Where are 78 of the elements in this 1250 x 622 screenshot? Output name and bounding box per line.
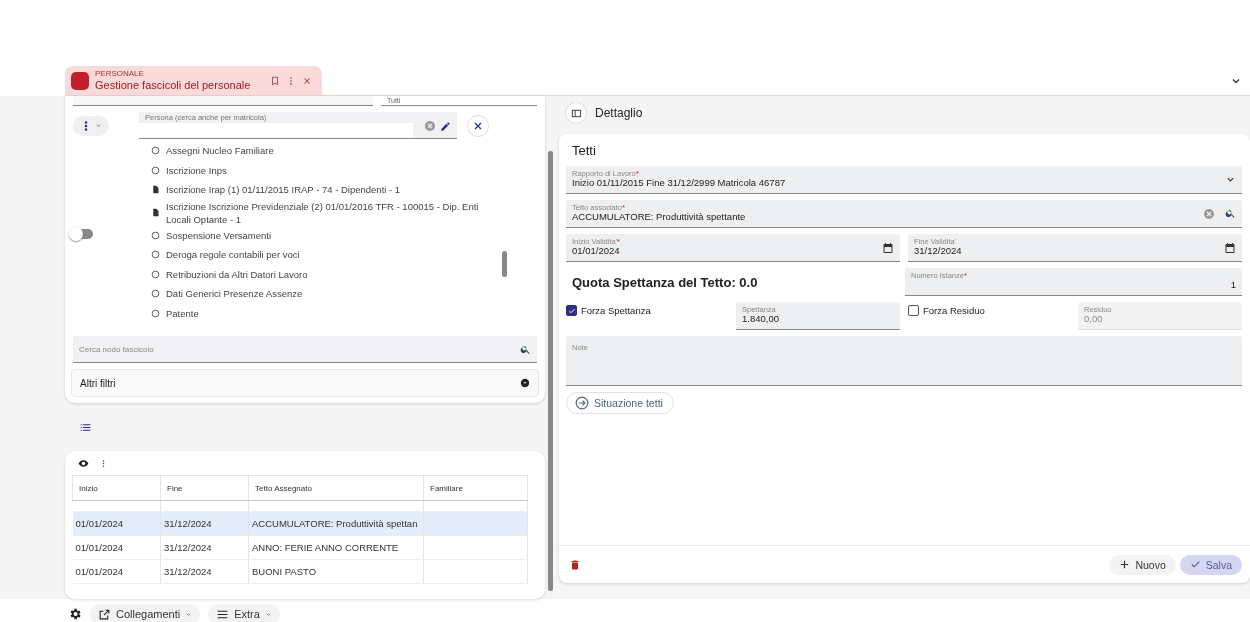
external-link-icon	[98, 607, 111, 621]
more-filters-panel[interactable]: Altri filtri	[71, 369, 539, 397]
edit-icon	[440, 120, 451, 132]
column-header[interactable]: Inizio	[72, 475, 161, 501]
clear-icon	[424, 120, 436, 132]
circle-icon	[151, 308, 160, 318]
calendar-icon	[882, 241, 894, 254]
settings-icon	[68, 607, 82, 621]
close-icon	[302, 75, 312, 86]
toggle-switch[interactable]	[71, 229, 93, 239]
filter-field[interactable]	[73, 96, 373, 106]
table-cell: ACCUMULATORE: Produttività spettan	[248, 511, 424, 536]
table-cell: 01/01/2024	[72, 511, 161, 536]
tree-item[interactable]: Iscrizione Inps	[151, 160, 501, 180]
tree-item[interactable]: Sospensione Versamenti	[151, 225, 501, 245]
table-cell: ANNO: FERIE ANNO CORRENTE	[248, 535, 424, 560]
circle-icon	[151, 289, 160, 299]
tree-item[interactable]: Patente	[151, 303, 501, 323]
circle-icon	[151, 165, 160, 175]
bookmark-icon	[270, 75, 280, 86]
scrollbar[interactable]	[548, 151, 553, 591]
sidebar-icon	[570, 107, 582, 119]
close-button[interactable]	[467, 114, 489, 137]
toolbar-button[interactable]: Collegamenti	[90, 603, 201, 622]
table-row[interactable]: 01/01/2024 31/12/2024 ANNO: FERIE ANNO CORRENTE	[72, 535, 528, 560]
table-cell: 01/01/2024	[72, 535, 161, 560]
column-header[interactable]: Familiare	[423, 475, 528, 501]
scrollbar-thumb[interactable]	[502, 251, 507, 277]
check-icon	[567, 306, 576, 315]
situazione-button[interactable]: Situazione tetti	[566, 392, 674, 414]
circle-icon	[151, 269, 160, 279]
tree-item[interactable]: Iscrizione Irap (1) 01/11/2015 IRAP - 74 - Dipendenti - 1	[151, 180, 501, 200]
circle-icon	[151, 250, 160, 260]
app-logo-icon	[71, 71, 89, 90]
plus-icon	[1119, 559, 1131, 570]
tab-title: Gestione fascicoli del personale	[95, 78, 251, 91]
arrow-circle-icon	[575, 396, 589, 410]
table-cell: 31/12/2024	[160, 511, 249, 536]
table-cell: 31/12/2024	[160, 535, 249, 560]
document-icon	[151, 185, 160, 195]
app-tab[interactable]: PERSONALE Gestione fascicoli del personale	[65, 66, 322, 95]
delete-icon	[569, 558, 581, 571]
checkbox[interactable]: Forza Spettanza	[566, 302, 736, 330]
tree-item[interactable]: Dati Generici Presenze Assenze	[151, 284, 501, 304]
quota-text: Quota Spettanza del Tetto: 0.0	[571, 273, 759, 292]
table-cell: BUONI PASTO	[248, 559, 424, 584]
tab-category: PERSONALE	[95, 70, 145, 79]
circle-icon	[151, 146, 160, 156]
check-icon	[1189, 559, 1201, 570]
list-icon	[79, 421, 92, 434]
clear-icon	[1203, 207, 1215, 220]
eye-icon	[78, 457, 89, 469]
table-cell: 31/12/2024	[160, 559, 249, 584]
calendar-icon	[1224, 241, 1236, 254]
section-title: Tetti	[571, 141, 597, 160]
panel-toggle-button[interactable]	[565, 102, 587, 124]
expand-icon	[520, 378, 530, 388]
chevron-down-icon	[95, 122, 102, 129]
column-header[interactable]: Tetto Assegnato	[248, 475, 424, 501]
table-cell: 01/01/2024	[72, 559, 161, 584]
tree-item[interactable]: Deroga regole contabili per voci	[151, 245, 501, 265]
circle-icon	[151, 230, 160, 240]
search-icon	[520, 343, 531, 355]
table-row[interactable]: 01/01/2024 31/12/2024 BUONI PASTO	[72, 559, 528, 584]
checkbox[interactable]: Forza Residuo	[908, 302, 1078, 330]
table-row[interactable]: 01/01/2024 31/12/2024 ACCUMULATORE: Produttività spettan	[72, 511, 528, 536]
toolbar-button[interactable]: Extra	[208, 603, 280, 622]
tree-item[interactable]: Retribuzioni da Altri Datori Lavoro	[151, 264, 501, 284]
tree-item[interactable]: Assegni Nucleo Familiare	[151, 141, 501, 161]
detail-header: Dettaglio	[595, 106, 643, 120]
search-icon	[1225, 207, 1236, 219]
chevron-down-icon	[185, 610, 193, 618]
tree-item[interactable]: Iscrizione Iscrizione Previdenziale (2) 01/01/2016 TFR - 100015 - Dip. Enti Locali Optante - 1	[151, 199, 501, 226]
column-header[interactable]: Fine	[160, 475, 249, 501]
chevron-down-icon	[264, 610, 272, 618]
document-icon	[151, 208, 160, 217]
menu-button[interactable]	[73, 115, 109, 136]
new-button[interactable]: Nuovo	[1109, 554, 1176, 575]
